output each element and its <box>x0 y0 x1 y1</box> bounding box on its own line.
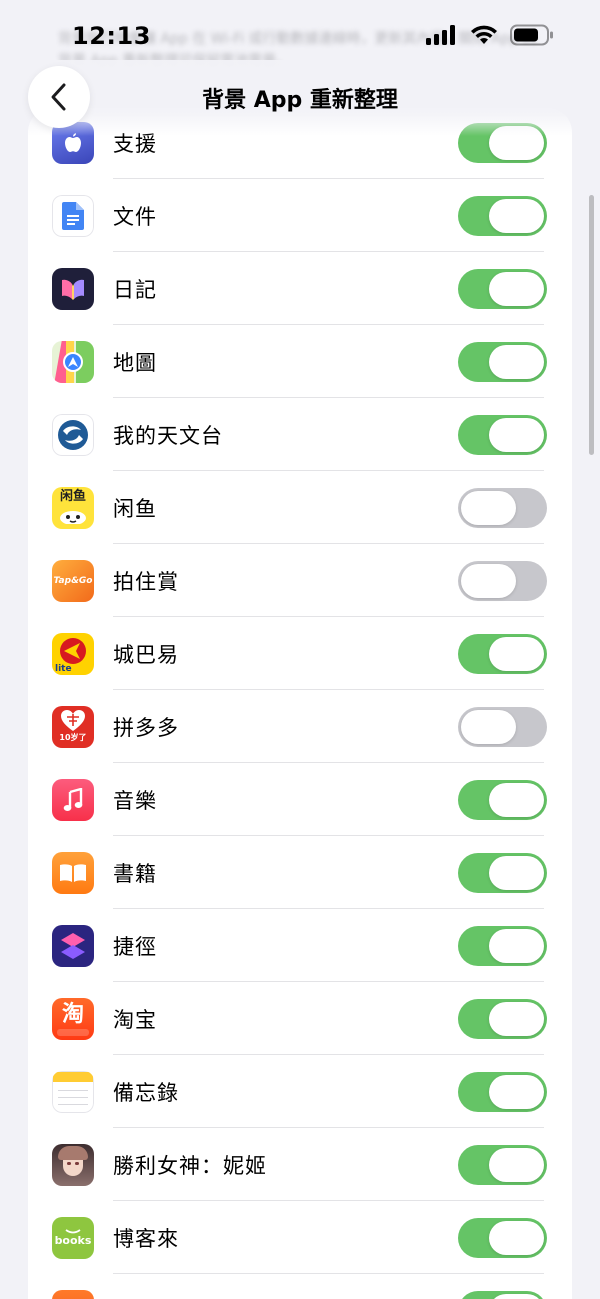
app-row: 闲鱼 闲鱼 <box>28 471 572 544</box>
background-refresh-toggle[interactable] <box>458 1072 547 1112</box>
app-row: 日記 <box>28 252 572 325</box>
app-name-label: 博客來 <box>113 1227 179 1251</box>
observatory-icon <box>52 414 94 456</box>
bookscom-icon: books <box>52 1217 94 1259</box>
background-refresh-toggle[interactable] <box>458 415 547 455</box>
toggle-knob <box>489 929 544 963</box>
app-row: 音樂 <box>28 763 572 836</box>
toggle-knob <box>489 856 544 890</box>
nikke-icon <box>52 1144 94 1186</box>
toggle-knob <box>489 1075 544 1109</box>
app-name-label: 音樂 <box>113 789 157 813</box>
shortcuts-icon <box>52 925 94 967</box>
background-refresh-toggle[interactable] <box>458 488 547 528</box>
google-docs-icon <box>52 195 94 237</box>
battery-icon <box>510 24 553 46</box>
maps-icon <box>52 341 94 383</box>
wifi-icon <box>471 25 497 44</box>
app-list-card: 支援 文件 日記 地圖 我的天文台 闲鱼 闲鱼 Tap&Go 拍住賞 lite 城巴易 10岁了 拼多多… <box>28 108 572 1299</box>
books-icon <box>52 852 94 894</box>
toggle-knob <box>489 637 544 671</box>
taobao-icon-text: 淘 <box>61 1001 84 1027</box>
toggle-knob <box>461 564 516 598</box>
background-refresh-toggle[interactable] <box>458 853 547 893</box>
background-refresh-toggle[interactable] <box>458 780 547 820</box>
app-name-label: 日記 <box>113 278 157 302</box>
toggle-knob <box>489 272 544 306</box>
background-refresh-toggle[interactable] <box>458 1218 547 1258</box>
app-name-label: 淘宝 <box>113 1008 157 1032</box>
app-row: 淘 淘宝 <box>28 982 572 1055</box>
app-row: 文件 <box>28 179 572 252</box>
background-refresh-toggle[interactable] <box>458 561 547 601</box>
pinduoduo-icon-text: 10岁了 <box>59 733 87 742</box>
xianyu-icon: 闲鱼 <box>52 487 94 529</box>
app-row: books 博客來 <box>28 1201 572 1274</box>
tapngo-icon: Tap&Go <box>52 560 94 602</box>
music-icon <box>52 779 94 821</box>
toggle-knob <box>489 1221 544 1255</box>
app-row: 勝利女神：妮姬 <box>28 1128 572 1201</box>
app-name-label: 文件 <box>113 205 157 229</box>
scrollbar[interactable] <box>589 195 594 455</box>
app-name-label: 書籍 <box>113 862 157 886</box>
toggle-knob <box>489 1148 544 1182</box>
status-time: 12:13 <box>72 22 151 50</box>
app-row: 書籍 <box>28 836 572 909</box>
xianyu-icon-text: 闲鱼 <box>59 489 86 504</box>
notes-icon <box>52 1071 94 1113</box>
bookscom-icon-text: books <box>54 1234 92 1247</box>
app-row <box>28 1274 572 1299</box>
background-refresh-toggle[interactable] <box>458 707 547 747</box>
pinduoduo-icon: 10岁了 <box>52 706 94 748</box>
toggle-knob <box>489 199 544 233</box>
background-refresh-toggle[interactable] <box>458 1145 547 1185</box>
app-name-label: 我的天文台 <box>113 424 223 448</box>
tapngo-icon-text: Tap&Go <box>53 576 93 586</box>
app-name-label: 勝利女神：妮姬 <box>113 1154 267 1178</box>
status-bar: 12:13 <box>0 0 600 72</box>
background-refresh-toggle[interactable] <box>458 269 547 309</box>
toggle-knob <box>489 345 544 379</box>
background-refresh-toggle[interactable] <box>458 342 547 382</box>
background-refresh-toggle[interactable] <box>458 1291 547 1299</box>
toggle-knob <box>489 1002 544 1036</box>
taobao-icon: 淘 <box>52 998 94 1040</box>
background-refresh-toggle[interactable] <box>458 634 547 674</box>
app-row: 備忘錄 <box>28 1055 572 1128</box>
app-name-label: 拼多多 <box>113 716 179 740</box>
journal-icon <box>52 268 94 310</box>
background-refresh-toggle[interactable] <box>458 926 547 966</box>
citybus-icon-text: lite <box>55 664 72 674</box>
citybus-icon: lite <box>52 633 94 675</box>
toggle-knob <box>461 491 516 525</box>
app-name-label: 捷徑 <box>113 935 157 959</box>
page-title: 背景 App 重新整理 <box>202 88 398 113</box>
app-name-label: 城巴易 <box>113 643 179 667</box>
app-row: 捷徑 <box>28 909 572 982</box>
background-refresh-toggle[interactable] <box>458 196 547 236</box>
app-row: 我的天文台 <box>28 398 572 471</box>
status-icons <box>426 24 554 46</box>
partial-app-icon <box>52 1290 94 1299</box>
app-row: 10岁了 拼多多 <box>28 690 572 763</box>
app-name-label: 備忘錄 <box>113 1081 179 1105</box>
app-name-label: 闲鱼 <box>113 497 157 521</box>
background-refresh-toggle[interactable] <box>458 999 547 1039</box>
app-row: lite 城巴易 <box>28 617 572 690</box>
toggle-knob <box>489 783 544 817</box>
app-row: Tap&Go 拍住賞 <box>28 544 572 617</box>
toggle-knob <box>489 1294 544 1299</box>
app-name-label: 地圖 <box>113 351 157 375</box>
toggle-knob <box>489 418 544 452</box>
toggle-knob <box>461 710 516 744</box>
app-row: 地圖 <box>28 325 572 398</box>
app-name-label: 拍住賞 <box>113 570 179 594</box>
cellular-signal-icon <box>426 25 455 45</box>
